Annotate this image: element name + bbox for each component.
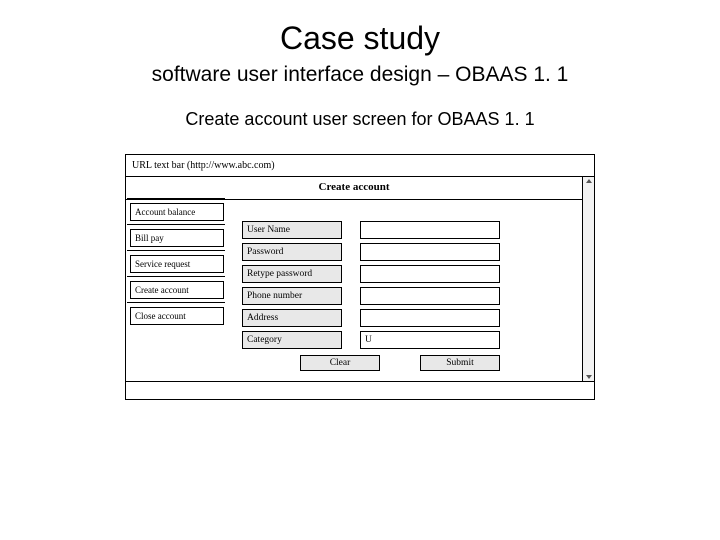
input-address[interactable] xyxy=(360,309,500,327)
label-phone-number: Phone number xyxy=(242,287,342,305)
status-bar xyxy=(126,381,594,399)
label-password: Password xyxy=(242,243,342,261)
url-bar[interactable]: URL text bar (http://www.abc.com) xyxy=(126,155,594,177)
clear-button[interactable]: Clear xyxy=(300,355,380,371)
input-retype-password[interactable] xyxy=(360,265,500,283)
scroll-up-icon xyxy=(586,179,592,183)
sidebar-item-label: Service request xyxy=(135,259,190,269)
label-retype-password: Retype password xyxy=(242,265,342,283)
sidebar-item-bill-pay[interactable]: Bill pay xyxy=(130,229,224,247)
sidebar-item-service-request[interactable]: Service request xyxy=(130,255,224,273)
slide-subtitle: software user interface design – OBAAS 1… xyxy=(50,63,670,87)
vertical-scrollbar[interactable] xyxy=(582,177,594,381)
slide-title: Case study xyxy=(50,20,670,57)
slide-caption: Create account user screen for OBAAS 1. … xyxy=(50,109,670,130)
sidebar-item-label: Close account xyxy=(135,311,186,321)
sidebar-item-label: Account balance xyxy=(135,207,195,217)
url-text: URL text bar (http://www.abc.com) xyxy=(132,160,275,171)
page-heading: Create account xyxy=(126,177,582,199)
scroll-down-icon xyxy=(586,375,592,379)
input-username[interactable] xyxy=(360,221,500,239)
sidebar-item-create-account[interactable]: Create account xyxy=(130,281,224,299)
label-address: Address xyxy=(242,309,342,327)
input-phone-number[interactable] xyxy=(360,287,500,305)
sidebar-item-close-account[interactable]: Close account xyxy=(130,307,224,325)
input-category[interactable]: U xyxy=(360,331,500,349)
sidebar-item-label: Create account xyxy=(135,285,189,295)
browser-mockup: URL text bar (http://www.abc.com) Create… xyxy=(125,154,595,400)
sidebar-item-account-balance[interactable]: Account balance xyxy=(130,203,224,221)
form-area: User Name Password Retype password Phone… xyxy=(242,221,500,371)
label-username: User Name xyxy=(242,221,342,239)
input-password[interactable] xyxy=(360,243,500,261)
sidebar: Account balance Bill pay Service request… xyxy=(130,203,224,333)
sidebar-item-label: Bill pay xyxy=(135,233,164,243)
submit-button[interactable]: Submit xyxy=(420,355,500,371)
label-category: Category xyxy=(242,331,342,349)
